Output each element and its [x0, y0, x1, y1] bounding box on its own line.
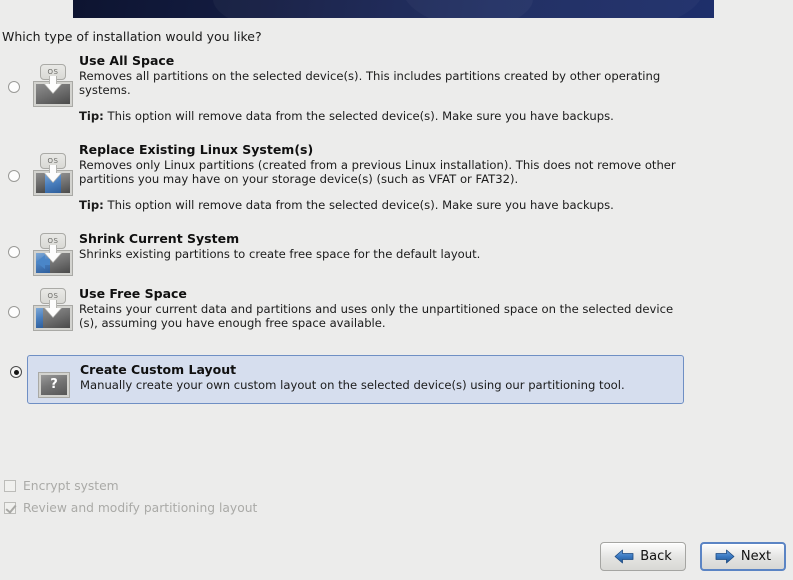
- text-cell-4: Use Free Space Retains your current data…: [79, 285, 684, 330]
- option-shrink-current-system[interactable]: OS Shrink Current System Shrinks existin…: [0, 230, 684, 277]
- text-cell-2: Replace Existing Linux System(s) Removes…: [79, 141, 684, 212]
- banner-swoosh-decoration-2: [403, 0, 703, 18]
- radio-replace-existing-linux[interactable]: [7, 170, 20, 182]
- option-replace-existing-linux[interactable]: OS Replace Existing Linux System(s) Remo…: [0, 141, 684, 212]
- option-description: Shrinks existing partitions to create fr…: [79, 247, 481, 261]
- arrow-right-icon: [715, 549, 735, 564]
- radio-use-free-space[interactable]: [7, 306, 20, 318]
- checkbox-review-modify-partitioning[interactable]: [4, 502, 16, 514]
- disk-replace-linux-icon: OS: [33, 153, 73, 197]
- icon-cell-2: OS: [27, 141, 79, 197]
- checkbox-row-encrypt-system[interactable]: Encrypt system: [4, 479, 119, 493]
- option-title: Use Free Space: [79, 286, 187, 301]
- checkbox-label-review-modify-partitioning: Review and modify partitioning layout: [23, 501, 258, 515]
- page-title: Which type of installation would you lik…: [2, 29, 262, 44]
- icon-cell-1: OS: [27, 52, 79, 108]
- text-cell-1: Use All Space Removes all partitions on …: [79, 52, 684, 123]
- question-mark-glyph: ?: [38, 372, 70, 398]
- arrow-left-icon: [614, 549, 634, 564]
- disk-free-space-icon: OS: [33, 288, 73, 332]
- checkbox-label-encrypt-system: Encrypt system: [23, 479, 119, 493]
- option-title: Use All Space: [79, 53, 175, 68]
- next-button-label: Next: [740, 549, 772, 564]
- radio-cell-3[interactable]: [0, 230, 27, 258]
- option-title: Create Custom Layout: [80, 362, 237, 377]
- tip-label: Tip:: [79, 109, 104, 123]
- option-use-all-space[interactable]: OS Use All Space Removes all partitions …: [0, 52, 684, 123]
- checkbox-row-review-modify-partitioning[interactable]: Review and modify partitioning layout: [4, 501, 257, 515]
- option-title: Shrink Current System: [79, 231, 240, 246]
- option-description: Manually create your own custom layout o…: [80, 378, 625, 392]
- icon-cell-4: OS: [27, 285, 79, 332]
- icon-cell-5: ?: [28, 361, 80, 398]
- next-button[interactable]: Next: [700, 542, 786, 571]
- radio-cell-1[interactable]: [0, 52, 27, 93]
- option-use-free-space[interactable]: OS Use Free Space Retains your current d…: [0, 285, 684, 332]
- tip-label: Tip:: [79, 198, 104, 212]
- tip-text: This option will remove data from the se…: [103, 109, 614, 123]
- radio-cell-2[interactable]: [0, 141, 27, 182]
- shrink-left-arrow-stem: [44, 259, 50, 265]
- icon-cell-3: OS: [27, 230, 79, 277]
- radio-create-custom-layout[interactable]: [10, 366, 22, 378]
- tip-text: This option will remove data from the se…: [103, 198, 614, 212]
- option-create-custom-layout[interactable]: ? Create Custom Layout Manually create y…: [27, 355, 684, 404]
- text-cell-3: Shrink Current System Shrinks existing p…: [79, 230, 684, 261]
- back-button-label: Back: [640, 549, 672, 564]
- checkbox-encrypt-system[interactable]: [4, 480, 16, 492]
- question-mark-icon: ?: [38, 372, 70, 398]
- radio-cell-5[interactable]: [10, 366, 22, 378]
- option-description: Removes all partitions on the selected d…: [79, 69, 661, 97]
- back-button[interactable]: Back: [600, 542, 686, 571]
- disk-all-space-icon: OS: [33, 64, 73, 108]
- radio-use-all-space[interactable]: [7, 81, 20, 93]
- header-banner: [73, 0, 714, 18]
- text-cell-5: Create Custom Layout Manually create you…: [80, 361, 683, 392]
- option-tip: Tip: This option will remove data from t…: [79, 109, 684, 123]
- radio-shrink-current-system[interactable]: [7, 246, 20, 258]
- option-title: Replace Existing Linux System(s): [79, 142, 314, 157]
- option-description: Retains your current data and partitions…: [79, 302, 674, 330]
- option-description: Removes only Linux partitions (created f…: [79, 158, 676, 186]
- option-tip: Tip: This option will remove data from t…: [79, 198, 684, 212]
- radio-cell-4[interactable]: [0, 285, 27, 318]
- disk-shrink-icon: OS: [33, 233, 73, 277]
